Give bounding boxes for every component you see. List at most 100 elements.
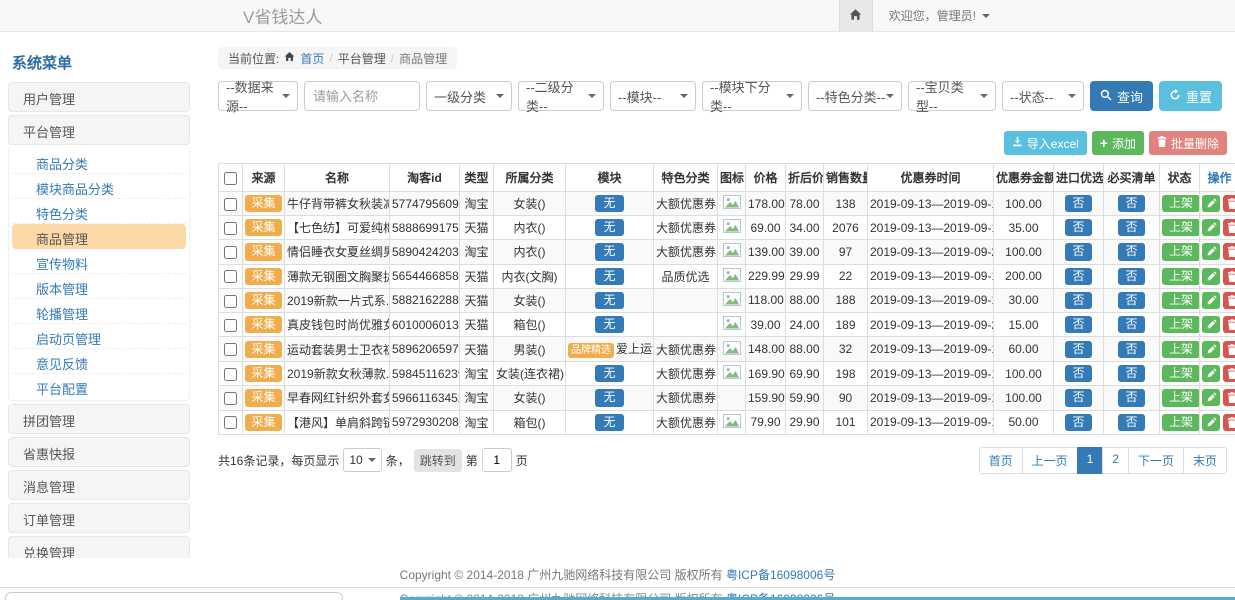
row-checkbox[interactable] [224,246,237,259]
pager-next[interactable]: 下一页 [1128,447,1184,474]
must-buy-toggle[interactable]: 否 [1118,341,1144,358]
sidebar-group[interactable]: 省惠快报 [8,437,190,467]
import-select-toggle[interactable]: 否 [1065,365,1091,382]
import-select-toggle[interactable]: 否 [1065,292,1091,309]
delete-button[interactable] [1223,268,1235,285]
pager-page[interactable]: 2 [1102,447,1129,474]
sidebar-item[interactable]: 商品分类 [12,149,186,174]
sidebar-group[interactable]: 兑换管理 [8,536,190,558]
sidebar-group[interactable]: 用户管理 [8,82,190,112]
edit-button[interactable] [1202,195,1220,212]
delete-button[interactable] [1223,243,1235,260]
delete-button[interactable] [1223,389,1235,406]
delete-button[interactable] [1223,219,1235,236]
jump-button[interactable]: 跳转到 [414,449,462,472]
status-toggle[interactable]: 上架 [1162,292,1200,309]
sidebar-group[interactable]: 消息管理 [8,470,190,500]
must-buy-toggle[interactable]: 否 [1118,243,1144,260]
filter-select[interactable]: --宝贝类型-- [908,81,996,111]
delete-button[interactable] [1223,195,1235,212]
filter-select[interactable]: --模块-- [610,81,696,111]
bulk-delete-button[interactable]: 批量删除 [1149,131,1227,155]
sidebar-item[interactable]: 平台配置 [12,374,186,399]
must-buy-toggle[interactable]: 否 [1118,219,1144,236]
user-menu[interactable]: 欢迎您，管理员! [889,7,990,24]
sidebar-item[interactable]: 轮播管理 [12,299,186,324]
import-select-toggle[interactable]: 否 [1065,341,1091,358]
breadcrumb-home-link[interactable]: 首页 [300,50,324,67]
jump-page-input[interactable] [482,448,512,472]
edit-button[interactable] [1202,389,1220,406]
filter-select[interactable]: 一级分类 [426,81,512,111]
search-button[interactable]: 查询 [1090,81,1153,111]
import-excel-button[interactable]: 导入excel [1004,131,1087,155]
delete-button[interactable] [1223,292,1235,309]
edit-button[interactable] [1202,414,1220,431]
pager-first[interactable]: 首页 [979,447,1023,474]
pager-page[interactable]: 1 [1077,447,1104,474]
filter-select[interactable]: --二级分类-- [518,81,604,111]
filter-select[interactable]: --数据来源-- [218,81,298,111]
row-checkbox[interactable] [224,319,237,332]
must-buy-toggle[interactable]: 否 [1118,268,1144,285]
must-buy-toggle[interactable]: 否 [1118,195,1144,212]
import-select-toggle[interactable]: 否 [1065,195,1091,212]
filter-select[interactable]: --特色分类-- [808,81,902,111]
per-page-select[interactable]: 10 [343,448,381,472]
delete-button[interactable] [1223,365,1235,382]
row-checkbox[interactable] [224,198,237,211]
row-checkbox[interactable] [224,222,237,235]
must-buy-toggle[interactable]: 否 [1118,365,1144,382]
filter-select[interactable]: --模块下分类-- [702,81,802,111]
status-toggle[interactable]: 上架 [1162,219,1200,236]
delete-button[interactable] [1223,341,1235,358]
sidebar-item[interactable]: 启动页管理 [12,324,186,349]
sidebar-item[interactable]: 特色分类 [12,199,186,224]
import-select-toggle[interactable]: 否 [1065,316,1091,333]
edit-button[interactable] [1202,243,1220,260]
sidebar-item[interactable]: 意见反馈 [12,349,186,374]
edit-button[interactable] [1202,292,1220,309]
status-toggle[interactable]: 上架 [1162,414,1200,431]
select-all-checkbox[interactable] [224,172,237,185]
sidebar-item[interactable]: 版本管理 [12,274,186,299]
reset-button[interactable]: 重置 [1159,81,1222,111]
pager-prev[interactable]: 上一页 [1022,447,1078,474]
row-checkbox[interactable] [224,416,237,429]
import-select-toggle[interactable]: 否 [1065,414,1091,431]
name-search-input[interactable] [304,81,420,111]
status-toggle[interactable]: 上架 [1162,365,1200,382]
import-select-toggle[interactable]: 否 [1065,243,1091,260]
import-select-toggle[interactable]: 否 [1065,268,1091,285]
row-checkbox[interactable] [224,295,237,308]
status-toggle[interactable]: 上架 [1162,341,1200,358]
sidebar-item[interactable]: 宣传物料 [12,249,186,274]
pager-last[interactable]: 末页 [1183,447,1227,474]
icp-link[interactable]: 粤ICP备16098006号 [726,568,835,582]
sidebar-group[interactable]: 平台管理 [8,115,190,145]
row-checkbox[interactable] [224,392,237,405]
status-toggle[interactable]: 上架 [1162,243,1200,260]
edit-button[interactable] [1202,316,1220,333]
sidebar-group[interactable]: 拼团管理 [8,404,190,434]
status-toggle[interactable]: 上架 [1162,195,1200,212]
status-toggle[interactable]: 上架 [1162,268,1200,285]
must-buy-toggle[interactable]: 否 [1118,414,1144,431]
edit-button[interactable] [1202,219,1220,236]
import-select-toggle[interactable]: 否 [1065,389,1091,406]
row-checkbox[interactable] [224,270,237,283]
edit-button[interactable] [1202,268,1220,285]
delete-button[interactable] [1223,414,1235,431]
import-select-toggle[interactable]: 否 [1065,219,1091,236]
must-buy-toggle[interactable]: 否 [1118,389,1144,406]
sidebar-item[interactable]: 商品管理 [12,224,186,249]
home-button[interactable] [839,0,873,31]
add-button[interactable]: + 添加 [1092,131,1144,155]
sidebar-group[interactable]: 订单管理 [8,503,190,533]
status-toggle[interactable]: 上架 [1162,316,1200,333]
edit-button[interactable] [1202,341,1220,358]
sidebar-item[interactable]: 模块商品分类 [12,174,186,199]
delete-button[interactable] [1223,316,1235,333]
edit-button[interactable] [1202,365,1220,382]
must-buy-toggle[interactable]: 否 [1118,292,1144,309]
